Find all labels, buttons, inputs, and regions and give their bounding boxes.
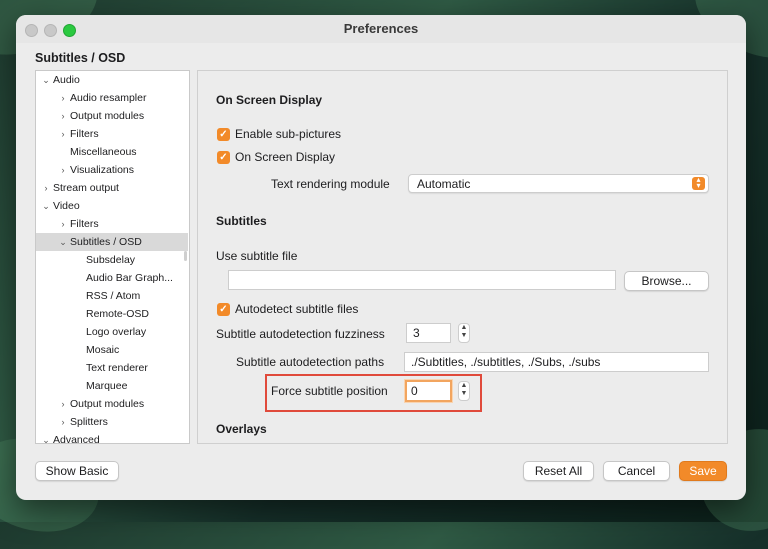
tree-item-label: Splitters (70, 416, 108, 428)
preferences-window: Preferences Subtitles / OSD ⌄ Audio › Audio… (16, 15, 746, 500)
section-header: Subtitles / OSD (35, 51, 126, 65)
tree-item-label: Output modules (70, 398, 145, 410)
tree-item[interactable]: Remote-OSD (36, 305, 188, 323)
force-position-input[interactable] (405, 380, 452, 402)
chevron-down-icon[interactable]: ⌄ (58, 233, 68, 251)
tree-item[interactable]: Logo overlay (36, 323, 188, 341)
chevron-right-icon[interactable]: › (58, 89, 68, 107)
fuzziness-stepper[interactable]: ▲ ▼ (458, 323, 470, 343)
tree-item[interactable]: ⌄ Video (36, 197, 188, 215)
tree-item-label: Marquee (86, 380, 128, 392)
text-rendering-label: Text rendering module (271, 177, 390, 191)
tree-item-label: Video (53, 200, 80, 212)
tree-item-label: Visualizations (70, 164, 135, 176)
on-screen-display-label: On Screen Display (235, 150, 336, 164)
tree-item[interactable]: RSS / Atom (36, 287, 188, 305)
tree-item-label: Advanced (53, 434, 100, 444)
enable-subpictures-label: Enable sub-pictures (235, 127, 342, 141)
autodetect-label: Autodetect subtitle files (235, 302, 359, 316)
tree-item[interactable]: › Output modules (36, 395, 188, 413)
cancel-button[interactable]: Cancel (603, 461, 670, 481)
tree-item-label: Output modules (70, 110, 145, 122)
osd-heading: On Screen Display (216, 93, 323, 107)
save-button[interactable]: Save (679, 461, 727, 481)
tree-item-label: Stream output (53, 182, 119, 194)
settings-panel: On Screen Display ✓ Enable sub-pictures … (197, 70, 728, 444)
popup-chevron-icon: ▴ ▾ (692, 176, 705, 190)
preferences-tree: ⌄ Audio › Audio resampler › Output modules › Fi… (35, 70, 190, 444)
tree-item[interactable]: Marquee (36, 377, 188, 395)
use-subtitle-file-label: Use subtitle file (216, 249, 298, 263)
tree-item-label: Audio (53, 74, 80, 86)
tree-item-label: Filters (70, 218, 99, 230)
tree-item-label: Filters (70, 128, 99, 140)
tree-item-label: Subsdelay (86, 254, 136, 266)
tree-item-label: Text renderer (86, 362, 148, 374)
tree-item[interactable]: Audio Bar Graph... (36, 269, 188, 287)
chevron-down-icon[interactable]: ⌄ (41, 71, 51, 89)
subtitle-file-input[interactable] (228, 270, 616, 290)
chevron-down-icon[interactable]: ⌄ (41, 431, 51, 443)
fuzziness-label: Subtitle autodetection fuzziness (216, 327, 385, 341)
title-bar: Preferences (16, 15, 746, 43)
tree-item-label: RSS / Atom (86, 290, 141, 302)
tree-item-label: Remote-OSD (86, 308, 150, 320)
show-basic-button[interactable]: Show Basic (35, 461, 119, 481)
chevron-right-icon[interactable]: › (41, 179, 51, 197)
tree-item[interactable]: Mosaic (36, 341, 188, 359)
overlays-heading: Overlays (216, 422, 267, 436)
tree-item[interactable]: › Filters (36, 215, 188, 233)
autodetect-checkbox[interactable]: ✓ (217, 303, 230, 316)
enable-subpictures-checkbox[interactable]: ✓ (217, 128, 230, 141)
tree-item[interactable]: › Output modules (36, 107, 188, 125)
tree-item[interactable]: › Filters (36, 125, 188, 143)
tree-item-label: Miscellaneous (70, 146, 137, 158)
paths-input[interactable] (404, 352, 709, 372)
on-screen-display-checkbox[interactable]: ✓ (217, 151, 230, 164)
reset-all-button[interactable]: Reset All (523, 461, 594, 481)
chevron-right-icon[interactable]: › (58, 215, 68, 233)
text-rendering-value: Automatic (417, 177, 471, 191)
text-rendering-popup[interactable]: Automatic ▴ ▾ (408, 174, 709, 193)
force-position-label: Force subtitle position (271, 384, 388, 398)
force-position-stepper[interactable]: ▲ ▼ (458, 381, 470, 401)
browse-button[interactable]: Browse... (624, 271, 709, 291)
tree-item-label: Subtitles / OSD (70, 236, 142, 248)
subtitles-heading: Subtitles (216, 214, 267, 228)
chevron-right-icon[interactable]: › (58, 413, 68, 431)
chevron-right-icon[interactable]: › (58, 161, 68, 179)
chevron-right-icon[interactable]: › (58, 107, 68, 125)
tree-item[interactable]: › Stream output (36, 179, 188, 197)
tree-item[interactable]: ⌄ Subtitles / OSD (36, 233, 188, 251)
paths-label: Subtitle autodetection paths (236, 355, 385, 369)
fuzziness-input[interactable] (406, 323, 451, 343)
chevron-right-icon[interactable]: › (58, 125, 68, 143)
tree-item-label: Audio resampler (70, 92, 147, 104)
tree-item[interactable]: Miscellaneous (36, 143, 188, 161)
window-title: Preferences (343, 21, 419, 36)
tree-item-label: Audio Bar Graph... (86, 272, 173, 284)
tree-item-label: Logo overlay (86, 326, 147, 338)
chevron-down-icon[interactable]: ⌄ (41, 197, 51, 215)
tree-item[interactable]: › Splitters (36, 413, 188, 431)
tree-item[interactable]: › Audio resampler (36, 89, 188, 107)
chevron-right-icon[interactable]: › (58, 395, 68, 413)
tree-item[interactable]: ⌄ Advanced (36, 431, 188, 444)
tree-item[interactable]: › Visualizations (36, 161, 188, 179)
tree-item[interactable]: Subsdelay (36, 251, 188, 269)
tree-item-label: Mosaic (86, 344, 120, 356)
tree-item[interactable]: Text renderer (36, 359, 188, 377)
tree-item[interactable]: ⌄ Audio (36, 71, 188, 89)
